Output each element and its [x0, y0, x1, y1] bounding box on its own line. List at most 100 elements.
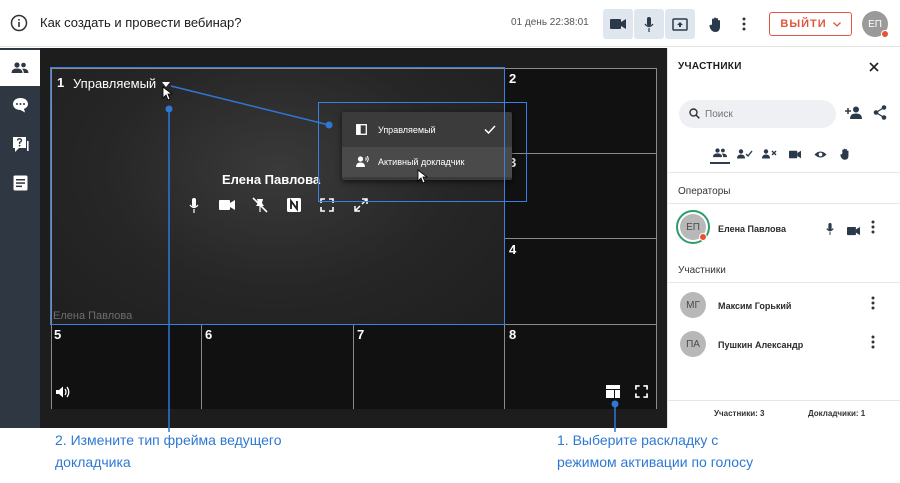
- annotation-left: 2. Измените тип фрейма ведущего докладчи…: [55, 429, 282, 473]
- exit-label: ВЫЙТИ: [780, 18, 827, 30]
- filter-rejected[interactable]: [760, 144, 780, 164]
- notes-icon: [13, 175, 27, 191]
- search-box[interactable]: [679, 100, 836, 128]
- operator-row[interactable]: ЕП Елена Павлова: [668, 210, 900, 248]
- more-options-button[interactable]: [729, 9, 759, 39]
- avatar-initials: ЕП: [686, 221, 700, 233]
- user-avatar[interactable]: ЕП: [862, 11, 889, 38]
- annotation-left-line1: 2. Измените тип фрейма ведущего: [55, 432, 282, 448]
- kebab-icon[interactable]: [871, 220, 883, 238]
- participants-panel: УЧАСТНИКИ Поиск Операторы ЕП Елена Павло…: [667, 48, 900, 428]
- volume-icon: [56, 386, 70, 398]
- stage-fullscreen-button[interactable]: [635, 385, 651, 401]
- search-input[interactable]: [705, 106, 825, 122]
- avatar: ЕП: [680, 214, 707, 241]
- mic-icon[interactable]: [826, 222, 834, 240]
- app-window: Как создать и провести вебинар? 01 день …: [0, 0, 900, 483]
- speakers-count: Докладчики: 1: [808, 409, 866, 418]
- eye-icon: [813, 150, 827, 158]
- volume-button[interactable]: [55, 385, 73, 401]
- panel-title: УЧАСТНИКИ: [678, 61, 742, 72]
- mic-toggle-button[interactable]: [634, 9, 664, 39]
- video-stage: Управляемый Елена Павлова Елена Павлова: [40, 48, 667, 428]
- exit-button[interactable]: ВЫЙТИ: [769, 12, 852, 36]
- tile-number: 8: [509, 327, 517, 342]
- add-person-icon: [845, 106, 862, 119]
- avatar-initials: МГ: [686, 299, 700, 311]
- video-tile-5[interactable]: [51, 324, 201, 409]
- rail-notes[interactable]: [0, 165, 40, 201]
- filter-hands[interactable]: [835, 144, 855, 164]
- kebab-icon[interactable]: [871, 296, 883, 314]
- rail-participants[interactable]: [0, 50, 40, 86]
- avatar: МГ: [680, 292, 706, 318]
- kebab-icon[interactable]: [871, 335, 883, 353]
- filter-video[interactable]: [785, 144, 805, 164]
- rail-chat[interactable]: [0, 87, 40, 123]
- share-button[interactable]: [873, 105, 887, 125]
- left-rail: [0, 48, 40, 428]
- tile-number: 2: [509, 71, 517, 86]
- camera-icon[interactable]: [847, 223, 860, 241]
- grid-line: [656, 68, 657, 409]
- chat-icon: [12, 98, 28, 113]
- participant-name: Елена Павлова: [718, 224, 786, 234]
- divider: [668, 400, 900, 401]
- video-tile-4[interactable]: [504, 238, 656, 324]
- camera-toggle-button[interactable]: [603, 9, 633, 39]
- participant-filter-tabs: [668, 144, 900, 168]
- grid-line: [504, 238, 656, 239]
- fullscreen-icon: [635, 385, 648, 398]
- info-icon[interactable]: [10, 14, 28, 32]
- divider: [668, 203, 900, 204]
- chevron-down-icon: [832, 21, 841, 27]
- participants-section-label: Участники: [678, 265, 726, 276]
- people-icon: [11, 62, 29, 73]
- top-bar: Как создать и провести вебинар? 01 день …: [0, 0, 900, 47]
- microphone-icon: [644, 16, 654, 32]
- people-x-icon: [762, 149, 777, 159]
- participant-row[interactable]: ПА Пушкин Александр: [668, 327, 900, 365]
- annotation-right-line1: 1. Выберите раскладку с: [557, 432, 719, 448]
- hand-icon: [840, 148, 849, 160]
- tile-number: 6: [205, 327, 213, 342]
- raise-hand-button[interactable]: [700, 9, 730, 39]
- filter-approved[interactable]: [735, 144, 755, 164]
- annotation-right-line2: режимом активации по голосу: [557, 454, 754, 470]
- layout-switch-button[interactable]: [606, 385, 622, 401]
- user-initials: ЕП: [868, 18, 882, 30]
- screen-share-icon: [672, 17, 688, 31]
- status-dot: [699, 233, 707, 241]
- grid-line: [353, 324, 354, 409]
- screen-share-button[interactable]: [665, 9, 695, 39]
- close-icon[interactable]: [868, 60, 882, 74]
- layout-grid-icon: [606, 385, 620, 398]
- hand-icon: [708, 17, 720, 32]
- camera-icon: [610, 19, 626, 29]
- participant-name: Максим Горький: [718, 301, 792, 311]
- grid-line: [201, 324, 202, 409]
- webinar-title: Как создать и провести вебинар?: [40, 15, 242, 30]
- search-icon: [689, 108, 700, 119]
- filter-viewers[interactable]: [810, 144, 830, 164]
- status-dot: [881, 30, 889, 38]
- filter-all[interactable]: [710, 144, 730, 164]
- tile-number: 7: [357, 327, 365, 342]
- avatar-initials: ПА: [686, 338, 700, 350]
- video-tile-6[interactable]: [201, 324, 353, 409]
- avatar: ПА: [680, 331, 706, 357]
- tile-number: 5: [54, 327, 62, 342]
- kebab-icon: [742, 17, 746, 31]
- operators-section-label: Операторы: [678, 186, 731, 197]
- add-user-button[interactable]: [845, 106, 863, 124]
- annotation-right: 1. Выберите раскладку с режимом активаци…: [557, 429, 753, 473]
- participant-row[interactable]: МГ Максим Горький: [668, 288, 900, 326]
- highlight-dropdown: [318, 102, 527, 202]
- annotation-left-line2: докладчика: [55, 454, 131, 470]
- video-tile-8[interactable]: [504, 324, 656, 409]
- rail-questions[interactable]: [0, 126, 40, 162]
- camera-icon: [789, 150, 801, 158]
- divider: [668, 172, 900, 173]
- video-tile-7[interactable]: [353, 324, 504, 409]
- people-check-icon: [737, 149, 753, 159]
